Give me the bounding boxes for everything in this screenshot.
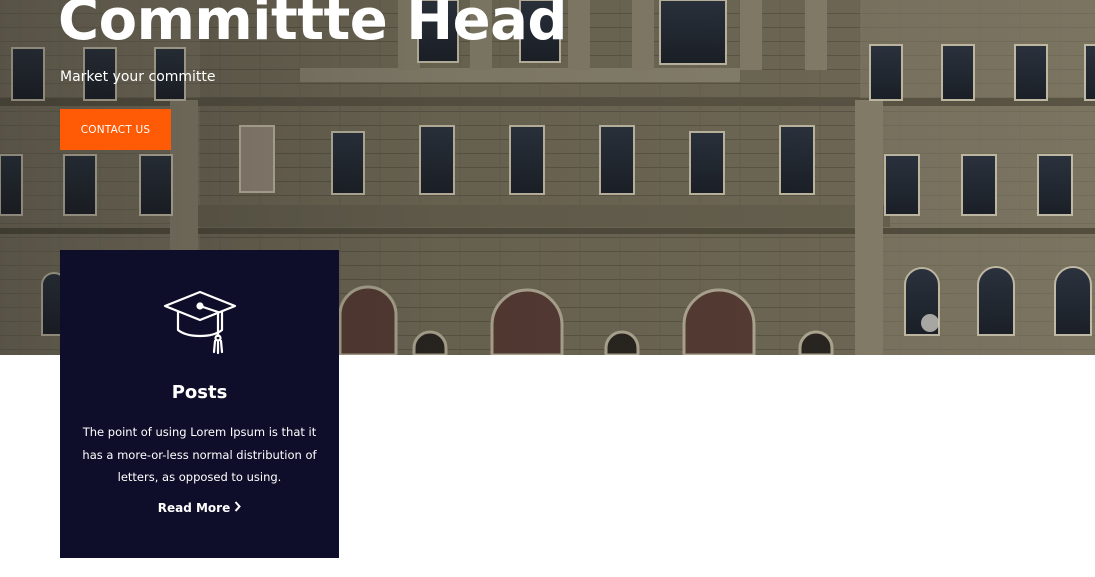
page-title: Committte Head [58, 0, 567, 53]
hero-subtitle: Market your committe [60, 69, 216, 85]
read-more-label: Read More [157, 501, 231, 515]
read-more-link[interactable]: Read More [60, 501, 339, 515]
card-title: Posts [171, 382, 228, 403]
chevron-right-icon [234, 501, 242, 515]
graduation-cap-icon [162, 286, 238, 358]
posts-card: Posts The point of using Lorem Ipsum is … [60, 250, 339, 558]
card-description: The point of using Lorem Ipsum is that i… [82, 425, 317, 484]
contact-us-button[interactable]: CONTACT US [60, 109, 171, 150]
